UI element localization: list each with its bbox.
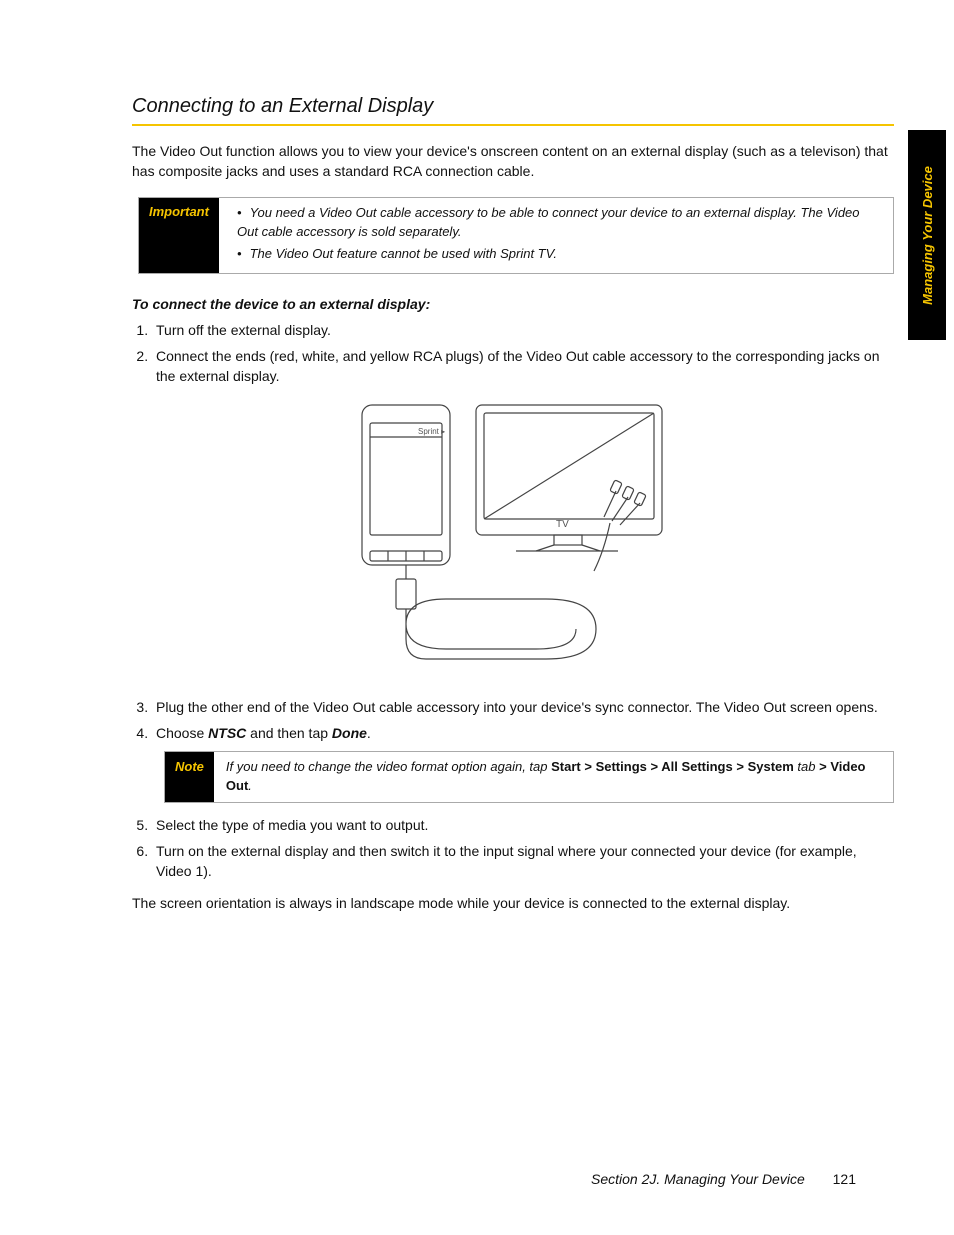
footer-section: Section 2J. Managing Your Device <box>591 1171 805 1187</box>
important-callout: Important You need a Video Out cable acc… <box>138 197 894 274</box>
section-title: Connecting to an External Display <box>132 95 894 118</box>
important-body: You need a Video Out cable accessory to … <box>219 198 893 273</box>
connection-figure: Sprint ▸ TV <box>358 401 668 681</box>
step4-text: Choose <box>156 725 208 741</box>
note-callout: Note If you need to change the video for… <box>164 751 894 803</box>
intro-paragraph: The Video Out function allows you to vie… <box>132 142 894 181</box>
note-path: System <box>748 759 794 774</box>
figure-sprint-label: Sprint ▸ <box>418 427 445 436</box>
note-path: Settings <box>596 759 647 774</box>
closing-paragraph: The screen orientation is always in land… <box>132 894 894 914</box>
steps-list: Turn off the external display. Connect t… <box>132 320 894 387</box>
figure-tv-label: TV <box>556 519 569 530</box>
page-number: 121 <box>833 1171 856 1187</box>
note-prefix: If you need to change the video format o… <box>226 759 551 774</box>
step4-text: and then tap <box>246 725 332 741</box>
important-bullet: You need a Video Out cable accessory to … <box>237 204 879 242</box>
page-footer: Section 2J. Managing Your Device 121 <box>591 1171 856 1187</box>
step-3: Plug the other end of the Video Out cabl… <box>152 697 894 717</box>
step-6: Turn on the external display and then sw… <box>152 841 894 882</box>
step-5: Select the type of media you want to out… <box>152 815 894 835</box>
steps-heading: To connect the device to an external dis… <box>132 296 894 312</box>
note-body: If you need to change the video format o… <box>214 752 893 802</box>
step-1: Turn off the external display. <box>152 320 894 340</box>
step4-text: . <box>367 725 371 741</box>
title-rule <box>132 124 894 126</box>
steps-list-cont: Plug the other end of the Video Out cabl… <box>132 697 894 882</box>
step4-done: Done <box>332 725 367 741</box>
step-2: Connect the ends (red, white, and yellow… <box>152 346 894 387</box>
note-path: All Settings <box>661 759 733 774</box>
step-4: Choose NTSC and then tap Done. Note If y… <box>152 723 894 803</box>
page-content: Connecting to an External Display The Vi… <box>0 0 954 1235</box>
important-label: Important <box>139 198 219 273</box>
important-bullet: The Video Out feature cannot be used wit… <box>237 245 879 264</box>
step4-ntsc: NTSC <box>208 725 246 741</box>
note-label: Note <box>165 752 214 802</box>
note-path: Start <box>551 759 581 774</box>
